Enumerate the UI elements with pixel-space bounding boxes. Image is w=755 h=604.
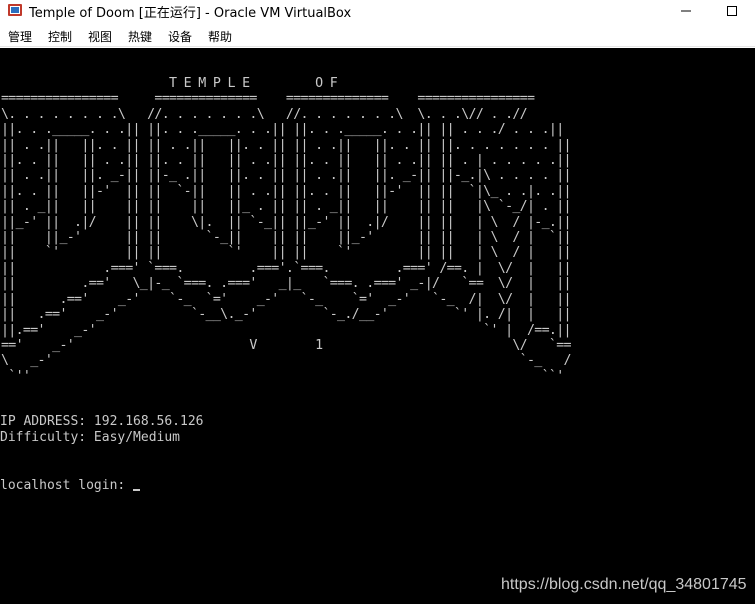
text-cursor: [133, 489, 141, 491]
ip-address-line: IP ADDRESS: 192.168.56.126: [0, 414, 204, 429]
virtualbox-icon: [8, 4, 22, 16]
menu-item-control[interactable]: 控制: [48, 28, 72, 45]
login-prompt-line[interactable]: localhost login:: [0, 478, 141, 494]
minimize-button[interactable]: [663, 0, 709, 22]
difficulty-line: Difficulty: Easy/Medium: [0, 430, 181, 445]
window-title-bar[interactable]: Temple of Doom [正在运行] - Oracle VM Virtua…: [0, 0, 755, 22]
menu-item-manage[interactable]: 管理: [8, 28, 32, 45]
ascii-art-banner: T E M P L E O F ================ =======…: [1, 76, 572, 384]
menu-item-devices[interactable]: 设备: [168, 28, 192, 45]
login-prompt: localhost login:: [0, 478, 134, 493]
watermark-url: https://blog.csdn.net/qq_34801745: [501, 576, 747, 593]
vm-console-screen[interactable]: T E M P L E O F ================ =======…: [0, 48, 755, 604]
menu-bar: 管理 控制 视图 热键 设备 帮助: [0, 24, 755, 47]
menu-item-help[interactable]: 帮助: [208, 28, 232, 45]
minimize-icon: [681, 10, 691, 12]
maximize-icon: [727, 6, 737, 16]
maximize-button[interactable]: [709, 0, 755, 22]
window-title: Temple of Doom [正在运行] - Oracle VM Virtua…: [29, 6, 352, 21]
menu-item-view[interactable]: 视图: [88, 28, 112, 45]
menu-item-hotkeys[interactable]: 热键: [128, 28, 152, 45]
